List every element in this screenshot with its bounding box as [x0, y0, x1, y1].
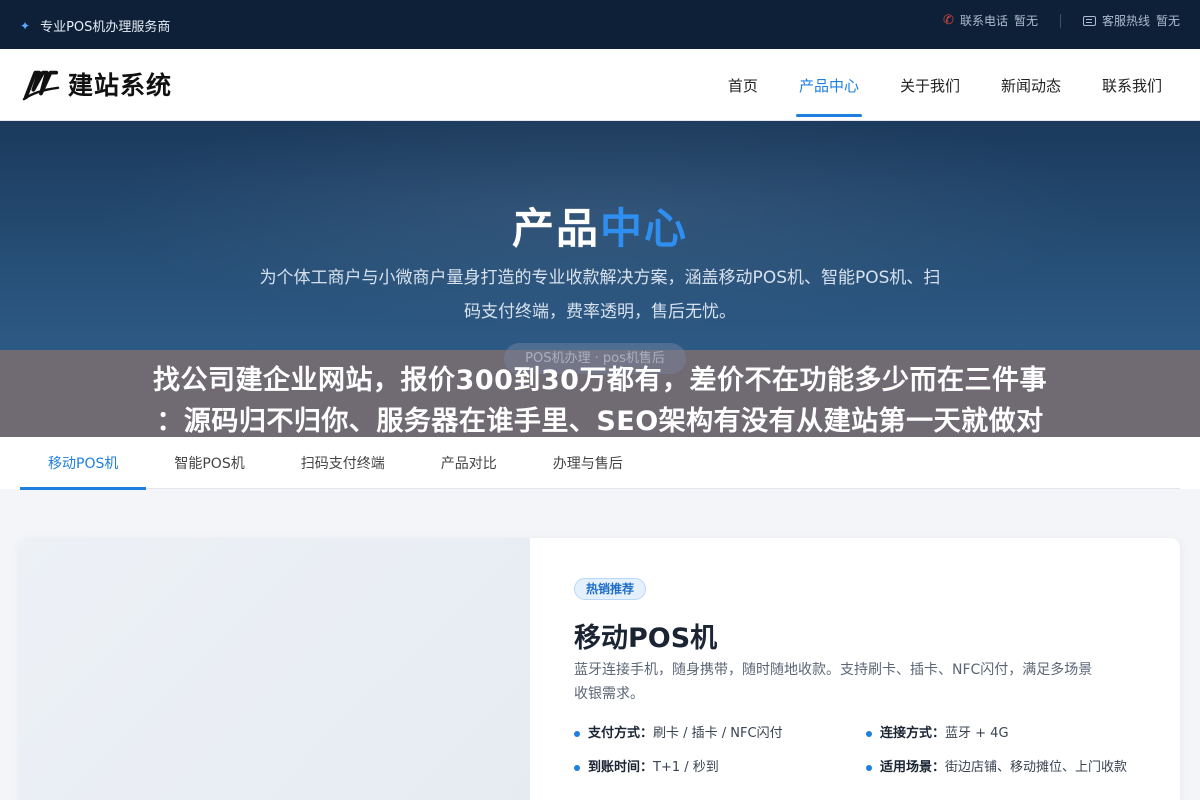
- spec-value: 街边店铺、移动摊位、上门收款: [945, 760, 1128, 775]
- spec-item: 连接方式：蓝牙 + 4G: [866, 722, 1146, 746]
- site-logo[interactable]: 建站系统: [22, 65, 172, 103]
- tab-service[interactable]: 办理与售后: [525, 437, 651, 489]
- spec-value: 蓝牙 + 4G: [945, 726, 1009, 741]
- top-bar: ✦ 专业POS机办理服务商 ✆ 联系电话 暂无 客服热线 暂无: [0, 0, 1200, 49]
- spec-key: 适用场景：: [880, 760, 946, 775]
- page-title-main: 产品: [511, 204, 600, 253]
- logo-icon: [22, 70, 60, 101]
- product-card: 热销推荐 移动POS机 蓝牙连接手机，随身携带，随时随地收款。支持刷卡、插卡、N…: [20, 538, 1180, 800]
- service-value: 暂无: [1155, 14, 1180, 28]
- nav-news[interactable]: 新闻动态: [1001, 49, 1061, 121]
- spec-item: 到账时间：T+1 / 秒到: [574, 756, 854, 780]
- bullet-icon: [866, 765, 872, 771]
- bullet-icon: [574, 731, 580, 737]
- spec-key: 到账时间：: [588, 760, 654, 775]
- chat-icon: [1082, 15, 1096, 26]
- product-description: 蓝牙连接手机，随身携带，随时随地收款。支持刷卡、插卡、NFC闪付，满足多场景 收…: [574, 658, 1144, 706]
- service-line[interactable]: 客服热线 暂无: [1082, 12, 1180, 29]
- product-title: 移动POS机: [574, 623, 718, 654]
- spec-value: 刷卡 / 插卡 / NFC闪付: [653, 726, 783, 741]
- page-title-accent: 中心: [600, 204, 689, 253]
- overlay-headline-line: ：源码归不归你、服务器在谁手里、SEO架构有没有从建站第一天就做对: [156, 406, 1044, 437]
- service-label: 客服热线: [1101, 14, 1150, 28]
- bullet-icon: [574, 765, 580, 771]
- bullet-icon: [866, 731, 872, 737]
- overlay-headline: 找公司建企业网站，报价300到30万都有，差价不在功能多少而在三件事 ：源码归不…: [0, 360, 1200, 442]
- tab-smart-pos[interactable]: 智能POS机: [146, 437, 272, 489]
- site-header: 建站系统 首页 产品中心 关于我们 新闻动态 联系我们: [0, 49, 1200, 121]
- tab-qr-terminal[interactable]: 扫码支付终端: [273, 437, 413, 489]
- hero-description-line: 码支付终端，费率透明，售后无忧。: [464, 302, 736, 322]
- spec-key: 支付方式：: [588, 726, 654, 741]
- nav-contact[interactable]: 联系我们: [1102, 49, 1162, 121]
- hero-description-line: 为个体工商户与小微商户量身打造的专业收款解决方案，涵盖移动POS机、智能POS机…: [259, 268, 941, 288]
- logo-text: 建站系统: [68, 71, 173, 100]
- hot-badge: 热销推荐: [574, 578, 647, 600]
- nav-about[interactable]: 关于我们: [900, 49, 960, 121]
- top-bar-site: ✦ 专业POS机办理服务商: [20, 16, 171, 36]
- page-title: 产品中心: [0, 195, 1200, 256]
- hero-description: 为个体工商户与小微商户量身打造的专业收款解决方案，涵盖移动POS机、智能POS机…: [240, 261, 960, 329]
- tab-compare[interactable]: 产品对比: [413, 437, 525, 489]
- nav-home[interactable]: 首页: [728, 49, 758, 121]
- spec-item: 支付方式：刷卡 / 插卡 / NFC闪付: [574, 722, 854, 746]
- hero-banner: 产品中心 为个体工商户与小微商户量身打造的专业收款解决方案，涵盖移动POS机、智…: [0, 121, 1200, 350]
- tab-mobile-pos[interactable]: 移动POS机: [20, 437, 147, 490]
- hotline-value: 暂无: [1013, 14, 1038, 28]
- product-description-line: 收银需求。: [574, 686, 644, 702]
- phone-icon: ✆: [943, 13, 954, 28]
- site-tagline: 专业POS机办理服务商: [40, 20, 171, 35]
- nav-products[interactable]: 产品中心: [795, 49, 862, 121]
- main-nav: 首页 产品中心 关于我们 新闻动态 联系我们: [687, 49, 1162, 121]
- top-bar-contacts: ✆ 联系电话 暂无 客服热线 暂无: [943, 12, 1180, 29]
- product-image-placeholder: [20, 538, 530, 800]
- hotline[interactable]: ✆ 联系电话 暂无: [943, 12, 1038, 29]
- spec-value: T+1 / 秒到: [653, 760, 719, 775]
- spec-key: 连接方式：: [880, 726, 946, 741]
- hotline-label: 联系电话: [959, 14, 1008, 28]
- product-description-line: 蓝牙连接手机，随身携带，随时随地收款。支持刷卡、插卡、NFC闪付，满足多场景: [574, 662, 1093, 678]
- divider: [1059, 13, 1061, 28]
- spec-item: 适用场景：街边店铺、移动摊位、上门收款: [866, 756, 1146, 780]
- sparkle-icon: ✦: [20, 18, 31, 33]
- product-tabs-bar: 移动POS机 智能POS机 扫码支付终端 产品对比 办理与售后: [20, 437, 1180, 490]
- product-tabs: 移动POS机 智能POS机 扫码支付终端 产品对比 办理与售后: [0, 437, 1200, 490]
- overlay-headline-line: 找公司建企业网站，报价300到30万都有，差价不在功能多少而在三件事: [153, 365, 1047, 396]
